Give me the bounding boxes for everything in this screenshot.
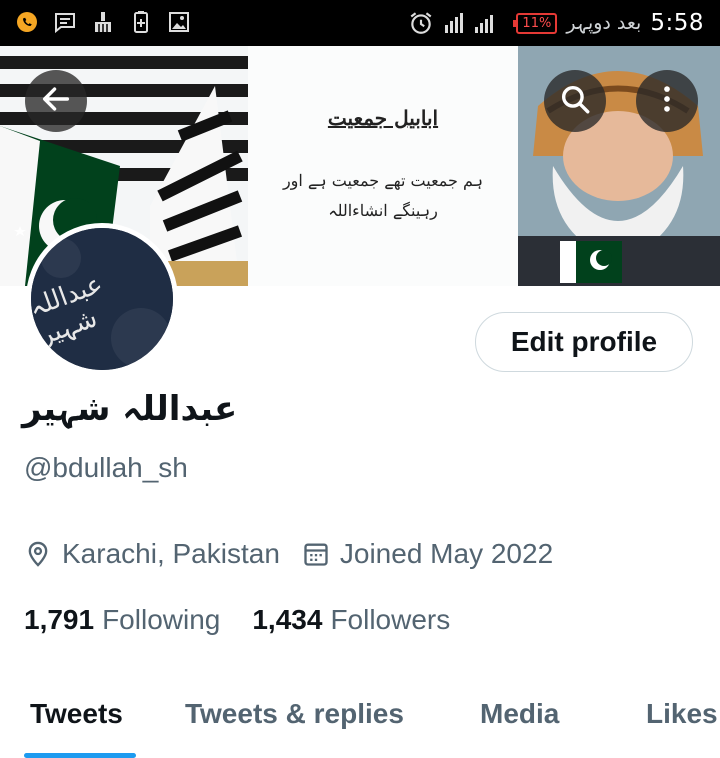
system-status: 11% بعد دوپہر 5:58: [408, 6, 704, 40]
profile-tabs: Tweets Tweets & replies Media Likes: [0, 690, 720, 758]
banner-text-panel: ابابیل جمعیت ہم جمعیت تھے جمعیت ہے اور ر…: [248, 46, 518, 286]
display-name: عبداللہ شہیر: [22, 389, 238, 429]
joined-date: Joined May 2022: [339, 538, 554, 569]
active-tab-indicator: [24, 753, 136, 758]
image-icon: [166, 9, 192, 35]
alarm-icon: [408, 10, 434, 36]
more-options-button[interactable]: [636, 70, 698, 132]
message-icon: [52, 9, 78, 35]
profile-avatar[interactable]: عبداللہ شہیر: [26, 223, 178, 375]
banner-line-1: ہم جمعیت تھے جمعیت ہے اور: [282, 171, 484, 190]
search-icon: [558, 82, 592, 120]
location-text: Karachi, Pakistan: [62, 538, 280, 569]
user-handle: @bdullah_sh: [24, 452, 188, 483]
tab-tweets-replies[interactable]: Tweets & replies: [185, 698, 404, 730]
time-period: بعد دوپہر: [566, 12, 642, 34]
edit-profile-button[interactable]: Edit profile: [475, 312, 693, 372]
follow-stats: 1,791 Following 1,434 Followers: [24, 604, 450, 636]
battery-indicator: 11%: [513, 12, 558, 34]
tab-likes[interactable]: Likes: [646, 698, 718, 730]
following-link[interactable]: 1,791 Following: [24, 604, 220, 636]
avatar-calligraphy: عبداللہ شہیر: [26, 269, 107, 352]
battery-saver-icon: [128, 9, 154, 35]
banner-line-2: رہینگے انشاءاللہ: [328, 201, 438, 220]
following-count: 1,791: [24, 604, 95, 635]
whatsapp-icon: [14, 9, 40, 35]
tab-tweets[interactable]: Tweets: [30, 698, 123, 730]
following-label: Following: [102, 604, 221, 635]
back-button[interactable]: [25, 70, 87, 132]
signal-icon: [443, 10, 507, 36]
clock: 5:58: [650, 10, 704, 36]
followers-label: Followers: [330, 604, 451, 635]
tab-media[interactable]: Media: [480, 698, 559, 730]
followers-count: 1,434: [252, 604, 323, 635]
profile-meta: Karachi, Pakistan Joined May 2022: [24, 538, 553, 570]
notification-icons: [14, 9, 192, 35]
arrow-left-icon: [39, 82, 73, 120]
status-bar: 11% بعد دوپہر 5:58: [0, 0, 720, 46]
followers-link[interactable]: 1,434 Followers: [252, 604, 450, 636]
location-pin-icon: [24, 540, 52, 568]
calendar-icon: [302, 540, 330, 568]
more-vertical-icon: [650, 82, 684, 120]
search-button[interactable]: [544, 70, 606, 132]
broom-icon: [90, 9, 116, 35]
banner-title: ابابیل جمعیت: [327, 106, 439, 130]
